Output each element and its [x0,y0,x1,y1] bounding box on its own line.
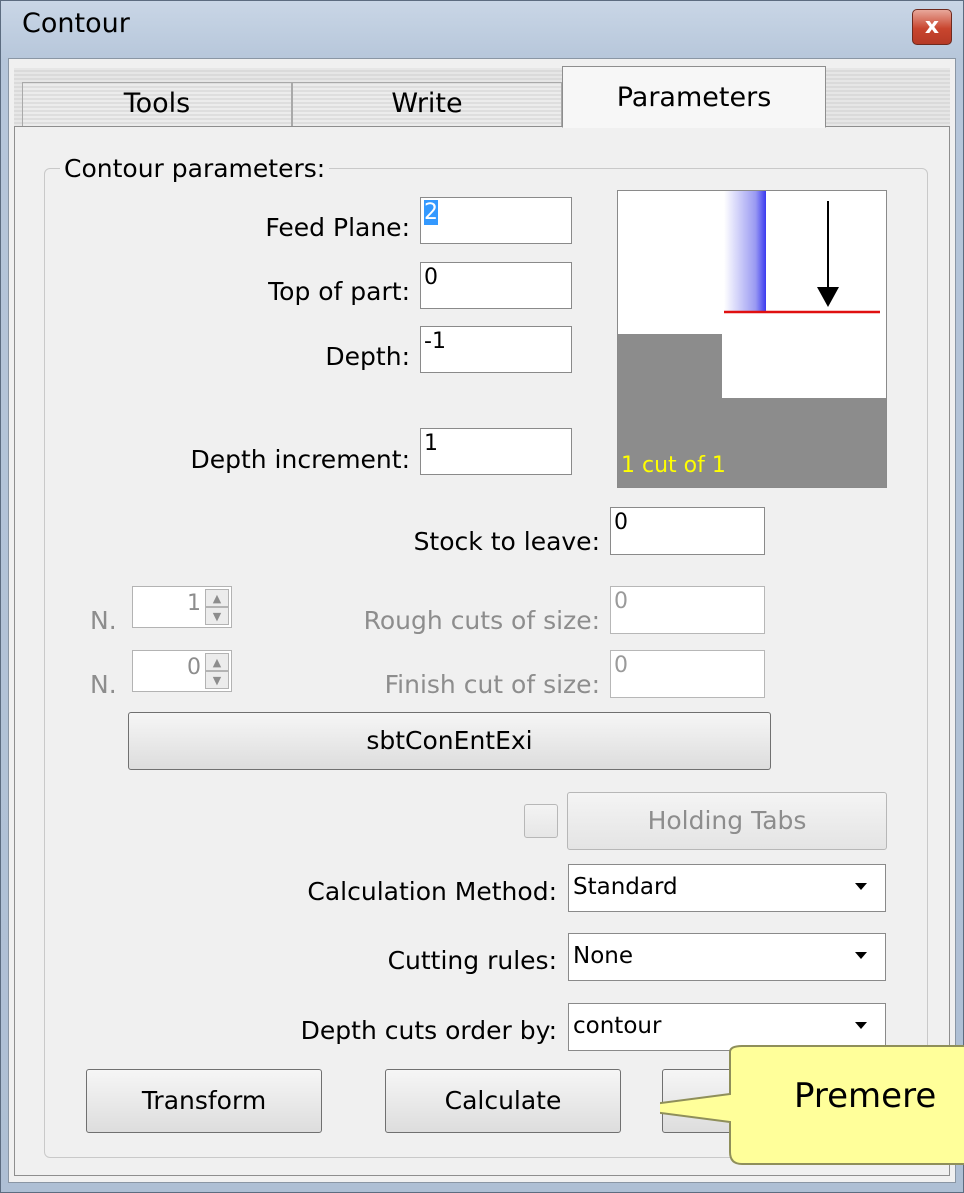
title-bar[interactable]: Contour x [0,0,964,58]
calculate-button[interactable]: Calculate [385,1069,621,1133]
chevron-down-icon [855,883,867,890]
finish-n-label: N. [90,670,117,699]
finish-cut-input[interactable]: 0 [610,650,765,698]
cutting-rules-select[interactable]: None [568,933,886,981]
callout-text: Premere [794,1076,937,1116]
top-of-part-input[interactable]: 0 [420,262,572,309]
depth-increment-label: Depth increment: [190,445,410,474]
rough-n-label: N. [90,606,117,635]
depth-input[interactable]: -1 [420,326,572,373]
stock-to-leave-label: Stock to leave: [413,527,600,556]
finish-cut-count: 0 [187,655,201,680]
rough-cuts-spinner[interactable]: 1 ▲ ▼ [132,586,232,628]
transform-button[interactable]: Transform [86,1069,322,1133]
rough-cuts-count: 1 [187,591,201,616]
tab-parameters[interactable]: Parameters [562,66,826,128]
spin-up-icon[interactable]: ▲ [205,589,229,607]
cutting-rules-value: None [573,943,634,969]
chevron-down-icon [855,1022,867,1029]
cutting-rules-label: Cutting rules: [387,946,557,975]
spin-up-icon[interactable]: ▲ [205,653,229,671]
tab-tools[interactable]: Tools [22,82,292,126]
spin-down-icon[interactable]: ▼ [205,671,229,689]
top-of-part-label: Top of part: [268,277,410,306]
depth-increment-input[interactable]: 1 [420,428,572,475]
calculation-method-value: Standard [573,874,678,900]
calculation-method-label: Calculation Method: [307,877,557,906]
rough-cuts-input[interactable]: 0 [610,586,765,634]
cut-preview-graphic [618,191,886,487]
holding-tabs-checkbox[interactable] [524,804,558,838]
tool-icon [724,191,766,311]
finish-cut-spinner[interactable]: 0 ▲ ▼ [132,650,232,692]
arrow-head-icon [817,287,839,307]
tab-write[interactable]: Write [292,82,562,126]
feed-plane-input[interactable]: 2 [420,197,572,244]
feed-plane-value: 2 [424,200,438,225]
rough-cuts-label: Rough cuts of size: [363,606,600,635]
close-button[interactable]: x [912,9,952,45]
depth-label: Depth: [325,342,410,371]
feed-plane-label: Feed Plane: [265,213,410,242]
chevron-down-icon [855,952,867,959]
window-title: Contour [22,8,130,39]
cut-preview: 1 cut of 1 [617,190,887,488]
group-label: Contour parameters: [60,154,330,183]
entry-exit-button[interactable]: sbtConEntExi [128,712,771,770]
spin-down-icon[interactable]: ▼ [205,607,229,625]
depth-cuts-order-value: contour [573,1013,662,1039]
finish-cut-label: Finish cut of size: [384,670,600,699]
calculation-method-select[interactable]: Standard [568,864,886,912]
cut-count-caption: 1 cut of 1 [621,453,726,478]
callout-tooltip: Premere [660,1038,964,1172]
stock-to-leave-input[interactable]: 0 [610,507,765,555]
depth-cuts-order-label: Depth cuts order by: [300,1016,557,1045]
holding-tabs-button[interactable]: Holding Tabs [567,792,887,850]
